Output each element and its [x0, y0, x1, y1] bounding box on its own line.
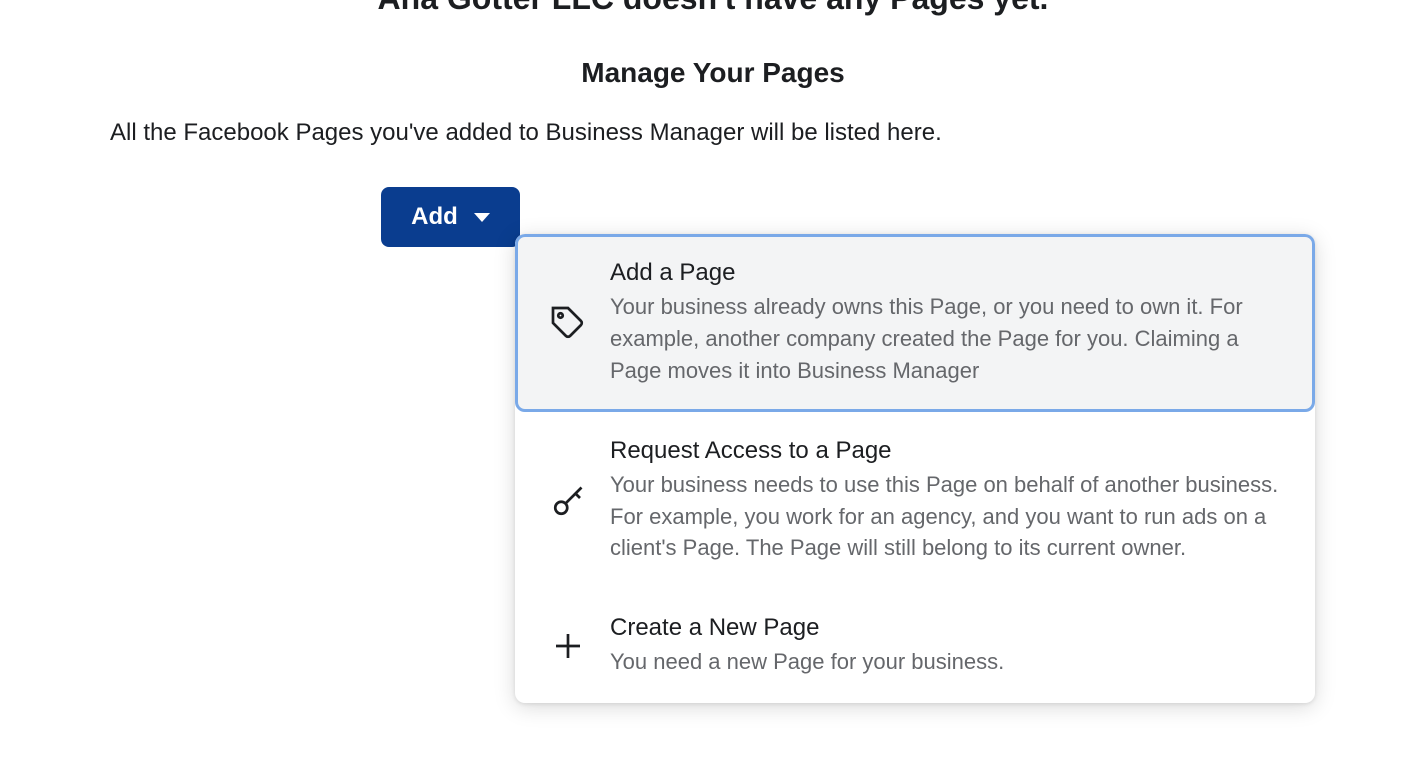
caret-down-icon [474, 213, 490, 222]
add-button[interactable]: Add [381, 187, 520, 247]
add-button-label: Add [411, 203, 458, 231]
menu-item-title: Request Access to a Page [610, 437, 1282, 465]
section-description: All the Facebook Pages you've added to B… [0, 119, 1426, 147]
menu-item-title: Add a Page [610, 259, 1282, 287]
menu-item-description: Your business already owns this Page, or… [610, 291, 1282, 387]
add-dropdown-menu: Add a Page Your business already owns th… [515, 234, 1315, 703]
menu-item-description: Your business needs to use this Page on … [610, 469, 1282, 565]
tag-icon [548, 305, 588, 341]
partial-page-heading: Ana Gotter LLC doesn't have any Pages ye… [0, 0, 1426, 17]
menu-item-request-access[interactable]: Request Access to a Page Your business n… [515, 412, 1315, 590]
key-icon [548, 483, 588, 519]
section-title: Manage Your Pages [0, 57, 1426, 89]
menu-item-create-new-page[interactable]: Create a New Page You need a new Page fo… [515, 589, 1315, 703]
menu-item-add-page[interactable]: Add a Page Your business already owns th… [515, 234, 1315, 412]
menu-item-description: You need a new Page for your business. [610, 646, 1282, 678]
plus-icon [548, 628, 588, 664]
menu-item-title: Create a New Page [610, 614, 1282, 642]
